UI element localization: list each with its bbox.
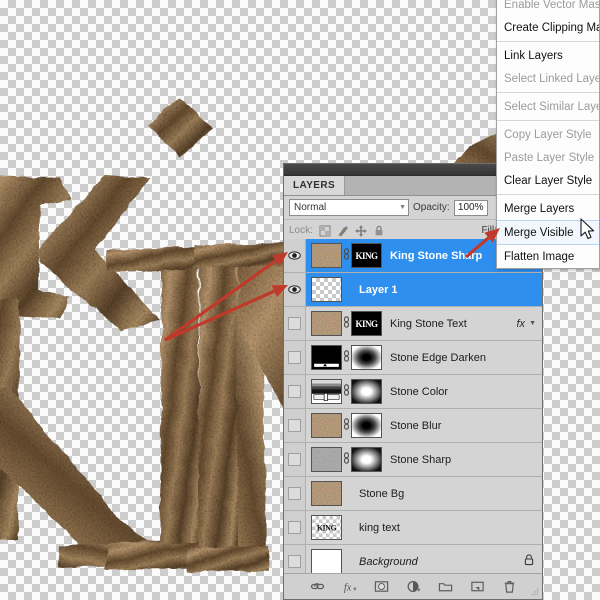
- mask-link-chain-icon[interactable]: [342, 350, 351, 365]
- menu-item-create-clipping-mask[interactable]: Create Clipping Mask: [497, 16, 599, 39]
- layer-visibility-toggle[interactable]: [284, 477, 306, 510]
- mask-link-chain-icon[interactable]: [342, 452, 351, 467]
- layer-row[interactable]: Layer 1: [284, 273, 542, 307]
- layer-row[interactable]: KING king text: [284, 511, 542, 545]
- layer-visibility-toggle[interactable]: [284, 545, 306, 573]
- layer-thumbnail[interactable]: [311, 447, 342, 472]
- opacity-label: Opacity:: [413, 202, 450, 213]
- menu-separator: [497, 92, 599, 93]
- opacity-input[interactable]: 100%: [453, 199, 488, 216]
- layer-context-menu[interactable]: Enable Vector Mask Create Clipping Mask Li…: [496, 0, 600, 269]
- lock-image-pixels-icon[interactable]: [337, 225, 349, 237]
- menu-separator: [497, 120, 599, 121]
- layer-row[interactable]: Stone Bg: [284, 477, 542, 511]
- mask-link-chain-icon[interactable]: [342, 316, 351, 331]
- lock-all-icon[interactable]: [373, 225, 385, 237]
- layer-visibility-toggle[interactable]: [284, 511, 306, 544]
- layer-visibility-toggle[interactable]: [284, 341, 306, 374]
- layer-effects-fx-icon[interactable]: fx: [517, 318, 530, 330]
- menu-item-merge-visible[interactable]: Merge Visible: [497, 220, 599, 245]
- lock-position-icon[interactable]: [354, 224, 367, 237]
- layer-thumbnail[interactable]: KING: [311, 515, 342, 540]
- new-layer-icon[interactable]: [470, 579, 485, 594]
- menu-item-select-similar-layers: Select Similar Layers: [504, 100, 599, 113]
- mask-link-chain-icon[interactable]: [342, 418, 351, 433]
- layer-name[interactable]: Stone Color: [390, 386, 542, 398]
- layer-row[interactable]: Stone Color: [284, 375, 542, 409]
- layer-mask-thumbnail[interactable]: [351, 379, 382, 404]
- svg-text:▾: ▾: [353, 586, 357, 593]
- layer-name[interactable]: king text: [359, 522, 542, 534]
- lock-label: Lock:: [289, 225, 313, 236]
- menu-item-enable-vector-mask: Enable Vector Mask: [504, 0, 600, 11]
- layer-mask-thumbnail[interactable]: KING: [351, 311, 382, 336]
- new-adjustment-layer-icon[interactable]: ▾: [406, 579, 421, 594]
- layer-name[interactable]: King Stone Text: [390, 318, 517, 330]
- layer-mask-thumbnail[interactable]: [351, 447, 382, 472]
- layer-thumbnail[interactable]: [311, 311, 342, 336]
- layer-thumbnail[interactable]: [311, 481, 342, 506]
- layer-row[interactable]: Background: [284, 545, 542, 573]
- mask-link-chain-icon[interactable]: [342, 384, 351, 399]
- layer-name[interactable]: Layer 1: [359, 284, 542, 296]
- resize-grip-icon[interactable]: [531, 588, 539, 596]
- mask-link-chain-icon[interactable]: [342, 248, 351, 263]
- add-layer-mask-icon[interactable]: [374, 579, 389, 594]
- layer-thumbnail[interactable]: [311, 549, 342, 573]
- layer-thumbnail[interactable]: [311, 345, 342, 370]
- add-layer-style-fx-icon[interactable]: fx ▾: [342, 579, 357, 594]
- tab-layers[interactable]: LAYERS: [284, 176, 346, 195]
- layers-panel-footer[interactable]: fx ▾ ▾: [284, 573, 542, 599]
- layer-visibility-toggle[interactable]: [284, 409, 306, 442]
- layer-row[interactable]: KING King Stone Text fx ▼: [284, 307, 542, 341]
- new-group-folder-icon[interactable]: [438, 579, 453, 594]
- layer-mask-thumbnail[interactable]: KING: [351, 243, 382, 268]
- menu-item-merge-layers[interactable]: Merge Layers: [497, 197, 599, 220]
- layer-visibility-toggle[interactable]: [284, 443, 306, 476]
- delete-layer-trash-icon[interactable]: [502, 579, 517, 594]
- menu-item-paste-layer-style: Paste Layer Style: [504, 151, 595, 164]
- opacity-value: 100%: [457, 202, 484, 213]
- lock-transparent-pixels-icon[interactable]: [319, 225, 331, 237]
- menu-item-flatten-image[interactable]: Flatten Image: [497, 245, 599, 268]
- layer-visibility-eye-icon[interactable]: [284, 239, 306, 272]
- link-layers-icon[interactable]: [310, 579, 325, 594]
- layer-row[interactable]: Stone Edge Darken: [284, 341, 542, 375]
- layer-name[interactable]: Stone Sharp: [390, 454, 542, 466]
- tab-layers-label: LAYERS: [293, 180, 336, 191]
- blend-mode-value: Normal: [294, 202, 327, 213]
- menu-separator: [497, 41, 599, 42]
- menu-separator: [497, 194, 599, 195]
- layer-list[interactable]: KING King Stone Sharp Layer 1 KING King Ston…: [284, 239, 542, 573]
- menu-item-copy-layer-style: Copy Layer Style: [504, 128, 592, 141]
- layer-mask-thumbnail[interactable]: [351, 345, 382, 370]
- layer-row[interactable]: Stone Blur: [284, 409, 542, 443]
- layer-name[interactable]: Stone Blur: [390, 420, 542, 432]
- layer-mask-thumbnail[interactable]: [351, 413, 382, 438]
- menu-item-select-linked-layers: Select Linked Layers: [504, 72, 599, 85]
- layer-name[interactable]: Stone Bg: [359, 488, 542, 500]
- layer-thumbnail[interactable]: [311, 243, 342, 268]
- expand-effects-chevron-icon[interactable]: ▼: [529, 320, 542, 327]
- layer-visibility-toggle[interactable]: [284, 307, 306, 340]
- layer-row[interactable]: Stone Sharp: [284, 443, 542, 477]
- fill-label: Fill:: [481, 225, 497, 236]
- svg-text:▾: ▾: [417, 587, 421, 594]
- menu-item-clear-layer-style[interactable]: Clear Layer Style: [497, 169, 599, 192]
- layer-thumbnail[interactable]: [311, 413, 342, 438]
- blend-mode-select[interactable]: Normal ▼: [289, 199, 409, 216]
- layer-name[interactable]: Stone Edge Darken: [390, 352, 542, 364]
- svg-text:fx: fx: [343, 582, 351, 593]
- lock-icon: [524, 554, 542, 569]
- layer-visibility-toggle[interactable]: [284, 375, 306, 408]
- layer-thumbnail[interactable]: [311, 277, 342, 302]
- layer-name[interactable]: Background: [359, 556, 524, 568]
- chevron-down-icon: ▼: [399, 204, 406, 211]
- layer-thumbnail[interactable]: [311, 379, 342, 404]
- menu-item-link-layers[interactable]: Link Layers: [497, 44, 599, 67]
- layer-visibility-eye-icon[interactable]: [284, 273, 306, 306]
